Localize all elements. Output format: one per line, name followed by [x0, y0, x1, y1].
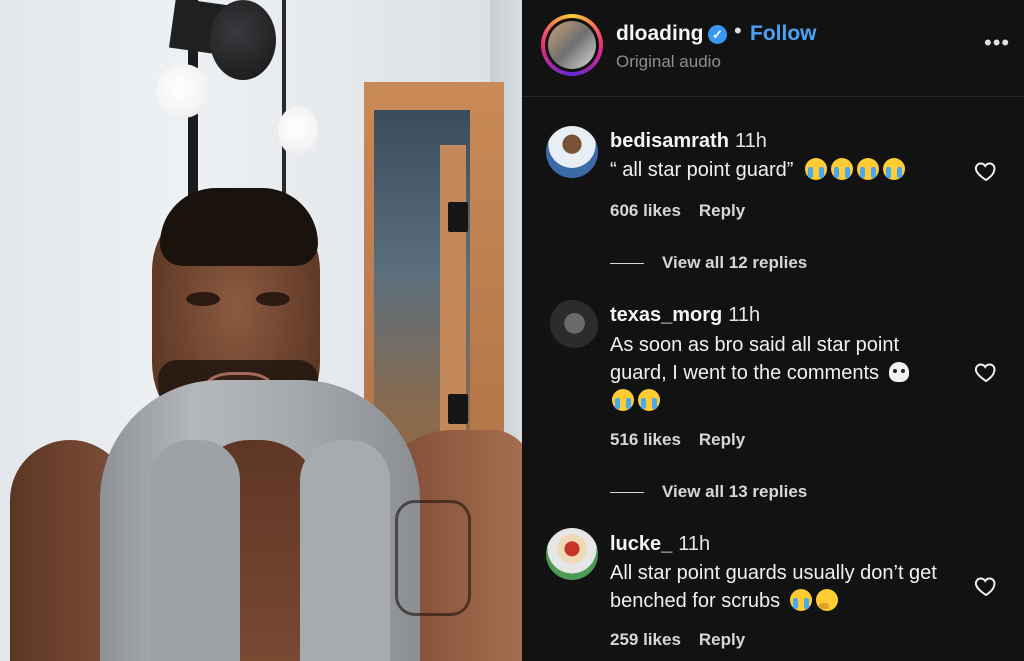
view-replies-button[interactable]: View all 12 replies — [610, 253, 807, 273]
heart-icon[interactable] — [974, 159, 998, 183]
reply-button[interactable]: Reply — [699, 201, 745, 220]
audio-label[interactable]: Original audio — [616, 52, 721, 72]
comment-text: As soon as bro said all star point guard… — [610, 331, 940, 415]
avatar — [548, 21, 596, 69]
light-bulb — [156, 64, 210, 118]
post-header: dloading ✓ • Follow Original audio ••• — [522, 0, 1024, 97]
towel-fold — [150, 440, 240, 661]
divider — [610, 492, 644, 494]
view-replies-label: View all 12 replies — [662, 253, 808, 272]
reply-button[interactable]: Reply — [699, 630, 745, 649]
comment-body: “ all star point guard” — [610, 159, 794, 181]
loudly-crying-face-icon — [856, 158, 879, 180]
thinking-face-icon — [815, 589, 838, 611]
likes-count[interactable]: 259 likes — [610, 630, 681, 649]
avatar-ring-gap — [545, 18, 599, 72]
light-bulb-reflection — [278, 106, 318, 156]
comment-time: 11h — [734, 130, 767, 152]
comment-actions: 606 likes Reply — [610, 201, 763, 221]
mirror-edge — [282, 0, 286, 195]
loudly-crying-face-icon — [882, 158, 905, 180]
person-eye — [256, 292, 290, 306]
more-options-icon[interactable]: ••• — [984, 30, 1010, 56]
comment-actions: 516 likes Reply — [610, 430, 763, 450]
verified-badge-icon: ✓ — [708, 25, 727, 44]
separator-dot: • — [734, 18, 742, 43]
arm-tattoo — [395, 500, 471, 616]
comment-text: “ all star point guard” — [610, 156, 940, 184]
likes-count[interactable]: 516 likes — [610, 430, 681, 449]
comment-header: bedisamrath 11h — [610, 130, 767, 153]
loudly-crying-face-icon — [612, 389, 634, 411]
comment-body: All star point guards usually don’t get … — [610, 562, 937, 612]
heart-icon[interactable] — [974, 574, 998, 598]
comment-username[interactable]: texas_morg — [610, 304, 722, 326]
loudly-crying-face-icon — [638, 389, 660, 411]
reply-button[interactable]: Reply — [699, 430, 745, 449]
heart-icon[interactable] — [974, 360, 998, 384]
towel-fold — [300, 440, 390, 661]
comment-time: 11h — [728, 304, 761, 326]
lamp-fixture — [210, 0, 276, 80]
skull-icon — [888, 362, 909, 382]
avatar[interactable] — [546, 528, 598, 580]
loudly-crying-face-icon — [804, 158, 827, 180]
divider — [610, 263, 644, 265]
video-frame[interactable] — [0, 0, 522, 661]
likes-count[interactable]: 606 likes — [610, 201, 681, 220]
comment-username[interactable]: lucke_ — [610, 533, 672, 555]
comment-body: As soon as bro said all star point guard… — [610, 334, 900, 384]
door-hinge — [448, 202, 468, 232]
view-replies-button[interactable]: View all 13 replies — [610, 482, 807, 502]
comment-username[interactable]: bedisamrath — [610, 130, 729, 152]
avatar[interactable] — [546, 300, 598, 352]
comments-panel: dloading ✓ • Follow Original audio ••• b… — [522, 0, 1024, 661]
comment-time: 11h — [678, 533, 711, 555]
comment-actions: 259 likes Reply — [610, 630, 763, 650]
comment-text: All star point guards usually don’t get … — [610, 559, 940, 615]
door-hinge — [448, 394, 468, 424]
comment-header: texas_morg 11h — [610, 304, 760, 327]
comment-header: lucke_ 11h — [610, 533, 710, 556]
story-ring[interactable] — [541, 14, 603, 76]
person-eye — [186, 292, 220, 306]
view-replies-label: View all 13 replies — [662, 482, 808, 501]
loudly-crying-face-icon — [830, 158, 853, 180]
person-hair — [160, 188, 318, 266]
avatar[interactable] — [546, 126, 598, 178]
loudly-crying-face-icon — [789, 589, 812, 611]
follow-button[interactable]: Follow — [750, 22, 817, 46]
post-username[interactable]: dloading — [616, 22, 704, 46]
